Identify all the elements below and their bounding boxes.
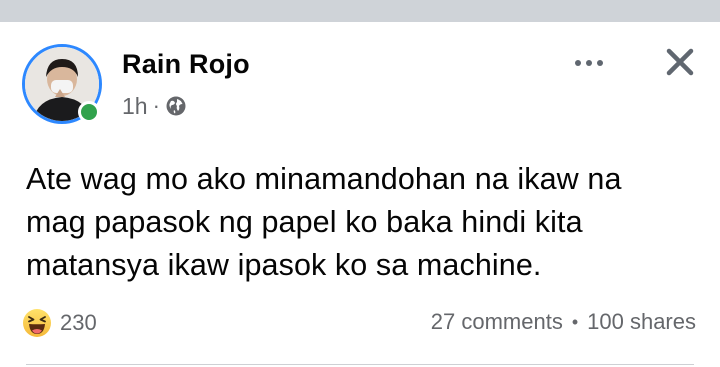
top-separator-strip xyxy=(0,0,720,22)
haha-reaction-icon xyxy=(23,309,51,337)
post-meta: 1h · xyxy=(122,92,187,120)
action-bar-divider xyxy=(26,364,694,365)
shares-count-link[interactable]: 100 shares xyxy=(587,309,696,335)
post-body-text: Ate wag mo ako minamandohan na ikaw na m… xyxy=(26,162,622,282)
post-card: Rain Rojo 1h · Ate wag mo ako minamandoh… xyxy=(0,22,720,367)
reactions-summary[interactable]: 230 xyxy=(22,306,97,340)
reaction-count: 230 xyxy=(60,310,97,335)
online-status-dot xyxy=(78,101,100,123)
close-icon[interactable] xyxy=(660,42,700,82)
more-options-icon-dot xyxy=(597,60,603,66)
engagement-summary: 27 comments • 100 shares xyxy=(431,309,696,335)
comments-count-link[interactable]: 27 comments xyxy=(431,309,563,335)
post-timestamp[interactable]: 1h xyxy=(122,93,148,120)
author-name[interactable]: Rain Rojo xyxy=(122,49,250,80)
more-options-button[interactable] xyxy=(566,50,612,76)
more-options-icon xyxy=(575,60,581,66)
avatar[interactable] xyxy=(22,44,106,128)
more-options-icon-dot xyxy=(586,60,592,66)
globe-icon xyxy=(166,96,186,116)
meta-separator: · xyxy=(152,93,160,118)
engagement-separator: • xyxy=(571,311,579,332)
